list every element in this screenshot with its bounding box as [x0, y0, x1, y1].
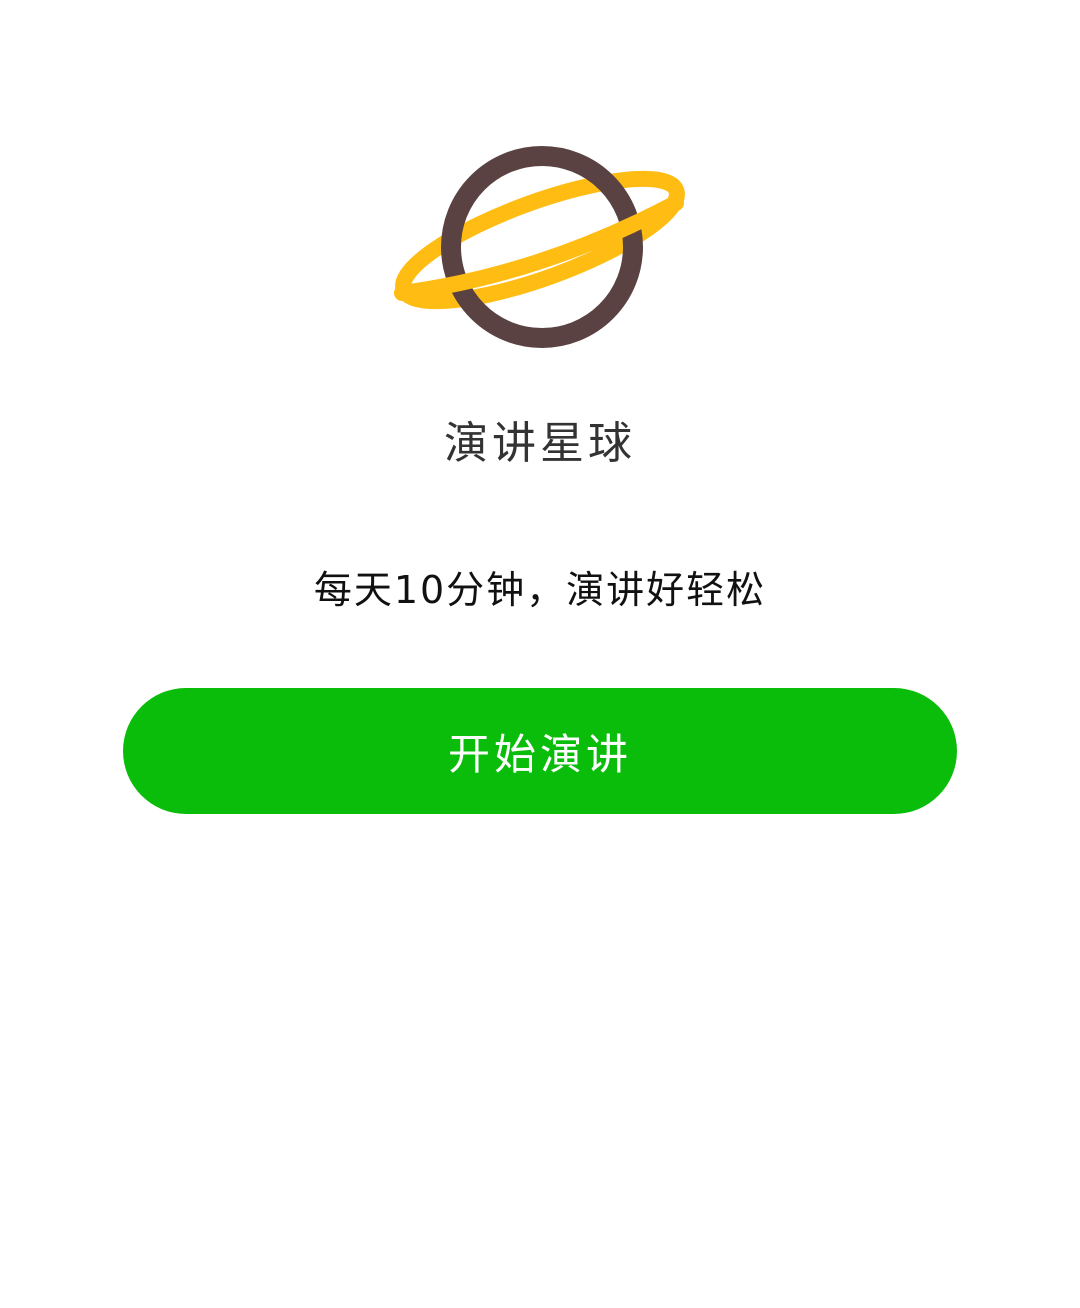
welcome-screen: 演讲星球 每天10分钟，演讲好轻松 开始演讲	[0, 0, 1080, 1308]
app-slogan: 每天10分钟，演讲好轻松	[313, 568, 767, 612]
start-speech-button[interactable]: 开始演讲	[123, 688, 957, 814]
planet-icon	[390, 145, 690, 350]
app-title: 演讲星球	[444, 418, 636, 469]
